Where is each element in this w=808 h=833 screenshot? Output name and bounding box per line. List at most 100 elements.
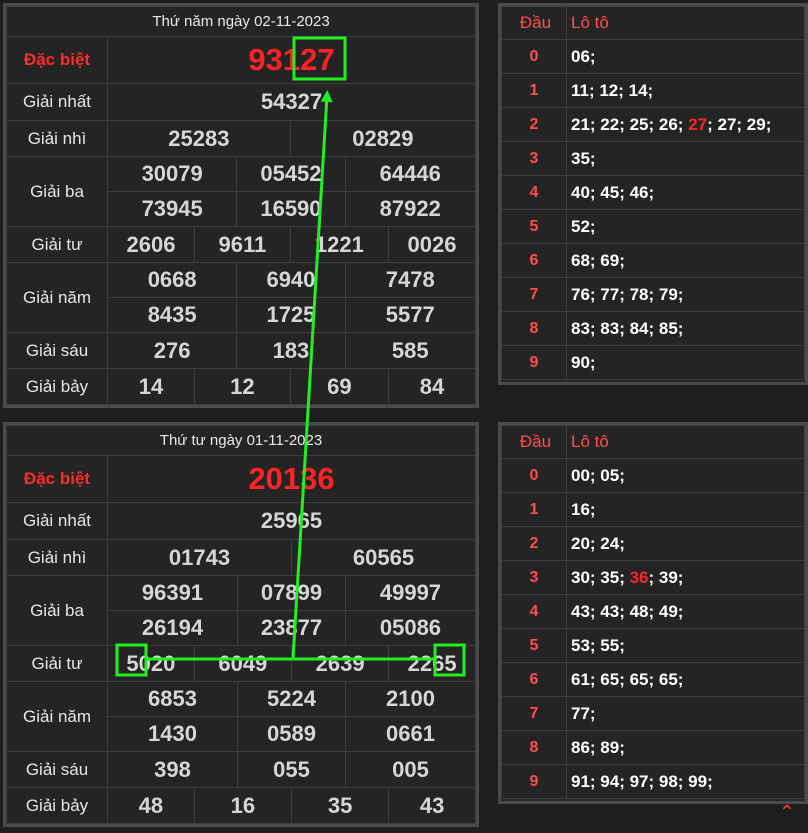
second-prize-number: 25283 xyxy=(107,120,291,157)
fifth-prize-label: Giải năm xyxy=(6,681,108,752)
loto-tails-part: ; 39; xyxy=(648,567,684,587)
loto-tails-part: 21; 22; 25; 26; xyxy=(571,114,689,134)
loto-head-digit: 3 xyxy=(501,560,567,595)
loto-tails: 21; 22; 25; 26; 27; 27; 29; xyxy=(566,107,805,142)
results-table-1: Thứ năm ngày 02-11-2023 Đặc biệt 93127 G… xyxy=(6,6,477,405)
loto-panel-1: Đầu Lô tô 0 06; 1 11; 12; 14; 2 21; 22; 25… xyxy=(498,3,808,385)
loto-tails: 35; xyxy=(566,141,805,176)
chevron-up-icon[interactable]: ⌃ xyxy=(776,802,798,824)
loto-head-digit: 0 xyxy=(501,39,567,74)
loto-tails: 61; 65; 65; 65; xyxy=(566,662,805,697)
fourth-prize-number: 2639 xyxy=(290,645,390,682)
loto-tails-part: 30; 35; xyxy=(571,567,630,587)
results-panel-1: Thứ năm ngày 02-11-2023 Đặc biệt 93127 G… xyxy=(3,3,479,408)
fourth-prize-number: 6049 xyxy=(193,645,292,682)
loto-tails: 43; 43; 48; 49; xyxy=(566,594,805,629)
sixth-prize-number: 585 xyxy=(344,332,477,369)
loto-head-digit: 8 xyxy=(501,311,567,346)
loto-header: Lô tô xyxy=(566,425,805,459)
loto-panel-2: Đầu Lô tô 0 00; 05; 1 16; 2 20; 24; 3 30; 3… xyxy=(498,422,808,804)
seventh-prize-number: 35 xyxy=(290,787,390,824)
loto-tails: 68; 69; xyxy=(566,243,805,278)
fourth-prize-label: Giải tư xyxy=(6,645,108,682)
seventh-prize-number: 48 xyxy=(107,787,195,824)
draw-date: Thứ năm ngày 02-11-2023 xyxy=(6,6,476,37)
loto-special-tail: 27 xyxy=(688,114,708,134)
sixth-prize-label: Giải sáu xyxy=(6,332,108,369)
draw-date: Thứ tư ngày 01-11-2023 xyxy=(6,425,476,456)
sixth-prize-number: 005 xyxy=(344,751,477,788)
fourth-prize-number: 0026 xyxy=(388,226,476,263)
loto-head-digit: 9 xyxy=(501,345,567,380)
third-prize-number: 23877 xyxy=(237,610,346,646)
seventh-prize-label: Giải bảy xyxy=(6,787,108,824)
loto-head-digit: 1 xyxy=(501,492,567,527)
loto-head-digit: 1 xyxy=(501,73,567,108)
fifth-prize-number: 5224 xyxy=(237,681,346,717)
first-prize-number: 25965 xyxy=(107,502,476,540)
third-prize-label: Giải ba xyxy=(6,575,108,646)
third-prize-number: 07899 xyxy=(237,575,346,611)
dau-header: Đầu xyxy=(501,6,567,40)
fourth-prize-label: Giải tư xyxy=(6,226,108,263)
loto-head-digit: 3 xyxy=(501,141,567,176)
special-prize-number: 93127 xyxy=(107,36,476,84)
second-prize-number: 60565 xyxy=(290,539,477,576)
fifth-prize-number: 1725 xyxy=(236,297,346,333)
loto-header: Lô tô xyxy=(566,6,805,40)
fifth-prize-number: 6940 xyxy=(236,262,346,298)
loto-tails: 30; 35; 36; 39; xyxy=(566,560,805,595)
fourth-prize-number: 9611 xyxy=(193,226,291,263)
loto-table-1: Đầu Lô tô 0 06; 1 11; 12; 14; 2 21; 22; 25… xyxy=(501,6,805,380)
third-prize-number: 96391 xyxy=(106,575,239,611)
loto-tails: 77; xyxy=(566,696,805,731)
loto-head-digit: 8 xyxy=(501,730,567,765)
fourth-prize-number: 5020 xyxy=(107,645,195,682)
first-prize-label: Giải nhất xyxy=(6,502,108,540)
third-prize-number: 30079 xyxy=(106,156,238,192)
fifth-prize-number: 6853 xyxy=(106,681,239,717)
loto-head-digit: 6 xyxy=(501,243,567,278)
loto-tails: 91; 94; 97; 98; 99; xyxy=(566,764,805,799)
third-prize-number: 87922 xyxy=(344,191,477,227)
loto-tails: 83; 83; 84; 85; xyxy=(566,311,805,346)
first-prize-label: Giải nhất xyxy=(6,83,108,121)
seventh-prize-number: 14 xyxy=(107,368,195,405)
special-prize-label: Đặc biệt xyxy=(6,455,108,503)
loto-head-digit: 0 xyxy=(501,458,567,493)
fourth-prize-number: 2606 xyxy=(107,226,195,263)
loto-tails: 53; 55; xyxy=(566,628,805,663)
loto-head-digit: 4 xyxy=(501,175,567,210)
fifth-prize-number: 0589 xyxy=(237,716,346,752)
loto-tails: 76; 77; 78; 79; xyxy=(566,277,805,312)
seventh-prize-number: 43 xyxy=(388,787,476,824)
sixth-prize-number: 055 xyxy=(237,751,346,788)
sixth-prize-label: Giải sáu xyxy=(6,751,108,788)
fourth-prize-number: 2265 xyxy=(388,645,476,682)
third-prize-number: 49997 xyxy=(344,575,477,611)
loto-table-2: Đầu Lô tô 0 00; 05; 1 16; 2 20; 24; 3 30; 3… xyxy=(501,425,805,799)
special-prize-number: 20136 xyxy=(107,455,476,503)
third-prize-number: 64446 xyxy=(344,156,477,192)
third-prize-number: 73945 xyxy=(106,191,238,227)
results-table-2: Thứ tư ngày 01-11-2023 Đặc biệt 20136 Gi… xyxy=(6,425,477,824)
first-prize-number: 54327 xyxy=(107,83,476,121)
loto-tails: 52; xyxy=(566,209,805,244)
third-prize-label: Giải ba xyxy=(6,156,108,227)
loto-tails: 20; 24; xyxy=(566,526,805,561)
fifth-prize-number: 1430 xyxy=(106,716,239,752)
dau-header: Đầu xyxy=(501,425,567,459)
seventh-prize-number: 69 xyxy=(289,368,390,405)
fifth-prize-number: 7478 xyxy=(344,262,477,298)
seventh-prize-number: 84 xyxy=(388,368,476,405)
loto-tails: 00; 05; xyxy=(566,458,805,493)
loto-head-digit: 2 xyxy=(501,526,567,561)
seventh-prize-number: 16 xyxy=(193,787,292,824)
loto-tails: 86; 89; xyxy=(566,730,805,765)
fifth-prize-number: 0661 xyxy=(344,716,477,752)
fifth-prize-number: 0668 xyxy=(106,262,238,298)
third-prize-number: 26194 xyxy=(106,610,239,646)
loto-tails-part: ; 27; 29; xyxy=(707,114,772,134)
loto-tails: 16; xyxy=(566,492,805,527)
second-prize-label: Giải nhì xyxy=(6,120,108,157)
